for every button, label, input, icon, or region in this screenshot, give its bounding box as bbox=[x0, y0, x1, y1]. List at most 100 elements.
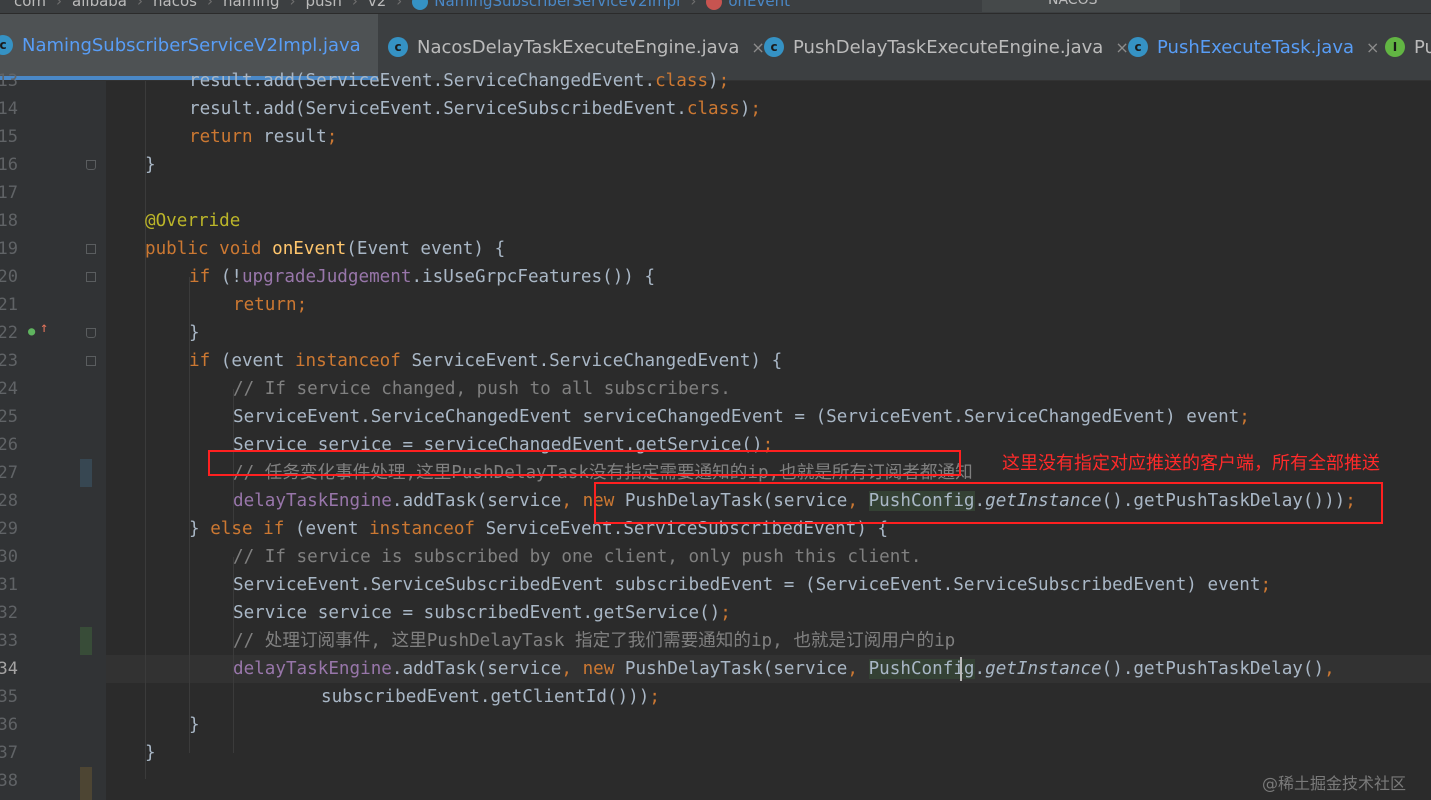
annotation-note: 这里没有指定对应推送的客户端，所有全部推送 bbox=[1002, 453, 1380, 474]
line-number[interactable]: 28 bbox=[0, 487, 18, 515]
code-line-34: 34 delayTaskEngine.addTask(service, new … bbox=[0, 655, 1431, 683]
watermark: @稀土掘金技术社区 bbox=[1262, 774, 1407, 793]
breadcrumb-separator: › bbox=[396, 0, 403, 10]
code-text: ServiceEvent.ServiceChangedEvent service… bbox=[233, 407, 1250, 427]
highlight-box-comment bbox=[208, 450, 961, 476]
code-text: // If service changed, push to all subsc… bbox=[233, 379, 731, 399]
code-text: } bbox=[189, 323, 200, 343]
code-line-18: 18 @Override bbox=[0, 207, 1431, 235]
line-number[interactable]: 26 bbox=[0, 431, 18, 459]
code-text: Service service = subscribedEvent.getSer… bbox=[233, 603, 731, 623]
line-number[interactable]: 25 bbox=[0, 403, 18, 431]
code-text: } bbox=[145, 743, 156, 763]
line-number[interactable]: 24 bbox=[0, 375, 18, 403]
breadcrumb-separator: › bbox=[690, 0, 697, 10]
line-number[interactable]: 29 bbox=[0, 515, 18, 543]
breadcrumb-item-naming[interactable]: naming bbox=[223, 0, 280, 10]
navigation-bar: com › alibaba › nacos › naming › push › v2 › NamingS… bbox=[0, 0, 1431, 14]
highlight-box-push-delay-task bbox=[594, 482, 1383, 524]
line-number[interactable]: 37 bbox=[0, 739, 18, 767]
breadcrumb-item-class[interactable]: NamingSubscriberServiceV2Impl bbox=[434, 0, 680, 10]
breadcrumb-separator: › bbox=[289, 0, 296, 10]
close-icon[interactable]: × bbox=[751, 38, 764, 57]
method-icon bbox=[706, 0, 723, 10]
code-text: @Override bbox=[145, 211, 241, 231]
line-number[interactable]: 20 bbox=[0, 263, 18, 291]
code-line-32: 32 Service service = subscribedEvent.get… bbox=[0, 599, 1431, 627]
code-line-23: 23 if (event instanceof ServiceEvent.Ser… bbox=[0, 347, 1431, 375]
code-text: // If service is subscribed by one clien… bbox=[233, 547, 922, 567]
breadcrumb: com › alibaba › nacos › naming › push › v2 › NamingS… bbox=[14, 0, 790, 10]
code-text: result.add(ServiceEvent.ServiceChangedEv… bbox=[189, 71, 730, 91]
code-text: return; bbox=[233, 295, 308, 315]
code-line-36: 36 } bbox=[0, 711, 1431, 739]
line-number[interactable]: 31 bbox=[0, 571, 18, 599]
close-icon[interactable]: × bbox=[1115, 38, 1128, 57]
code-text: delayTaskEngine.addTask(service, new Pus… bbox=[233, 659, 1335, 679]
line-number[interactable]: 15 bbox=[0, 123, 18, 151]
class-icon: c bbox=[388, 37, 408, 57]
tab-label: Pu bbox=[1414, 36, 1431, 58]
line-number[interactable]: 22 bbox=[0, 319, 18, 347]
line-number[interactable]: 21 bbox=[0, 291, 18, 319]
code-text: if (!upgradeJudgement.isUseGrpcFeatures(… bbox=[189, 267, 656, 287]
code-line-17: 17 bbox=[0, 179, 1431, 207]
code-text: subscribedEvent.getClientId())); bbox=[321, 687, 660, 707]
code-text: if (event instanceof ServiceEvent.Servic… bbox=[189, 351, 783, 371]
line-number[interactable]: 19 bbox=[0, 235, 18, 263]
breadcrumb-item-alibaba[interactable]: alibaba bbox=[72, 0, 127, 10]
line-number[interactable]: 16 bbox=[0, 151, 18, 179]
code-text: public void onEvent(Event event) { bbox=[145, 239, 506, 259]
tab-label: NacosDelayTaskExecuteEngine.java bbox=[417, 36, 740, 58]
line-number-current[interactable]: 34 bbox=[0, 655, 18, 683]
tab-label: PushDelayTaskExecuteEngine.java bbox=[793, 36, 1104, 58]
code-line-30: 30 // If service is subscribed by one cl… bbox=[0, 543, 1431, 571]
code-text: // 处理订阅事件, 这里PushDelayTask 指定了我们需要通知的ip,… bbox=[233, 631, 956, 651]
run-configuration-selector[interactable]: NACOS bbox=[982, 0, 1180, 12]
breadcrumb-separator: › bbox=[137, 0, 144, 10]
breadcrumb-item-push[interactable]: push bbox=[305, 0, 341, 10]
text-caret bbox=[960, 657, 962, 681]
run-configuration-label: NACOS bbox=[1048, 0, 1098, 8]
code-line-24: 24 // If service changed, push to all su… bbox=[0, 375, 1431, 403]
interface-icon: I bbox=[1385, 37, 1405, 57]
line-number[interactable]: 23 bbox=[0, 347, 18, 375]
code-line-15: 15 return result; bbox=[0, 123, 1431, 151]
code-line-38: 38 bbox=[0, 767, 1431, 795]
line-number[interactable]: 18 bbox=[0, 207, 18, 235]
breadcrumb-item-v2[interactable]: v2 bbox=[368, 0, 386, 10]
breadcrumb-separator: › bbox=[56, 0, 63, 10]
code-line-16: 16 } bbox=[0, 151, 1431, 179]
code-line-19: 19 public void onEvent(Event event) { bbox=[0, 235, 1431, 263]
line-number[interactable]: 35 bbox=[0, 683, 18, 711]
line-number[interactable]: 17 bbox=[0, 179, 18, 207]
code-line-20: 20 if (!upgradeJudgement.isUseGrpcFeatur… bbox=[0, 263, 1431, 291]
class-icon: c bbox=[0, 35, 13, 55]
class-icon: c bbox=[764, 37, 784, 57]
code-line-31: 31 ServiceEvent.ServiceSubscribedEvent s… bbox=[0, 571, 1431, 599]
line-number[interactable]: 13 bbox=[0, 67, 18, 95]
code-line-14: 14 result.add(ServiceEvent.ServiceSubscr… bbox=[0, 95, 1431, 123]
tab-label: PushExecuteTask.java bbox=[1157, 36, 1354, 58]
code-text: return result; bbox=[189, 127, 338, 147]
breadcrumb-item-method[interactable]: onEvent bbox=[728, 0, 790, 10]
line-number[interactable]: 36 bbox=[0, 711, 18, 739]
code-line-22: 22 } bbox=[0, 319, 1431, 347]
breadcrumb-item-nacos[interactable]: nacos bbox=[153, 0, 197, 10]
code-line-21: 21 return; bbox=[0, 291, 1431, 319]
line-number[interactable]: 27 bbox=[0, 459, 18, 487]
code-line-25: 25 ServiceEvent.ServiceChangedEvent serv… bbox=[0, 403, 1431, 431]
code-line-35: 35 subscribedEvent.getClientId())); bbox=[0, 683, 1431, 711]
breadcrumb-item-com[interactable]: com bbox=[14, 0, 46, 10]
close-icon[interactable]: × bbox=[1366, 38, 1379, 57]
class-icon bbox=[412, 0, 429, 10]
line-number[interactable]: 14 bbox=[0, 95, 18, 123]
line-number[interactable]: 32 bbox=[0, 599, 18, 627]
code-text: ServiceEvent.ServiceSubscribedEvent subs… bbox=[233, 575, 1272, 595]
code-line-13: 13 result.add(ServiceEvent.ServiceChange… bbox=[0, 67, 1431, 95]
line-number[interactable]: 38 bbox=[0, 767, 18, 795]
code-text: } bbox=[145, 155, 156, 175]
line-number[interactable]: 30 bbox=[0, 543, 18, 571]
line-number[interactable]: 33 bbox=[0, 627, 18, 655]
class-icon: c bbox=[1128, 37, 1148, 57]
